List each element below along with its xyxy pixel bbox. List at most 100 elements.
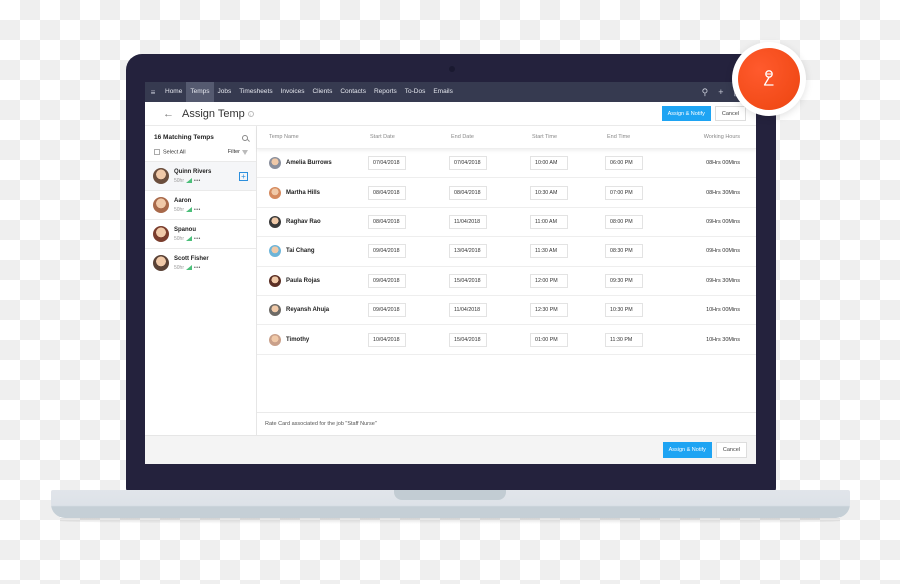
avatar	[153, 255, 169, 272]
start-time-field[interactable]: 10:00 AM	[530, 156, 568, 171]
avatar	[269, 245, 281, 258]
footer-assign-notify-button[interactable]: Assign & Notify	[662, 442, 712, 458]
end-time-field[interactable]: 11:30 PM	[605, 332, 643, 347]
nav-temps[interactable]: Temps	[186, 82, 214, 102]
end-time-field[interactable]: 10:30 PM	[605, 303, 643, 318]
working-hours: 09Hrs 00Mins	[706, 218, 740, 225]
cancel-button[interactable]: Cancel	[714, 106, 746, 121]
temp-name: Raghav Rao	[286, 218, 321, 225]
signal-icon	[186, 207, 193, 213]
nav-timesheets[interactable]: Timesheets	[235, 82, 276, 102]
temp-rate: 50hr	[174, 235, 185, 242]
header-start-date: Start Date	[370, 134, 395, 140]
footer-cancel-button[interactable]: Cancel	[715, 442, 747, 458]
start-time-field[interactable]: 12:30 PM	[530, 303, 568, 318]
assign-notify-button[interactable]: Assign & Notify	[661, 106, 711, 121]
end-time-field[interactable]: 09:30 PM	[605, 273, 643, 288]
signal-icon	[186, 178, 193, 184]
start-time-field[interactable]: 12:00 PM	[530, 273, 568, 288]
end-date-field[interactable]: 15/04/2018	[449, 332, 487, 347]
nav-reports[interactable]: Reports	[370, 82, 401, 102]
end-date-field[interactable]: 11/04/2018	[449, 303, 487, 318]
start-date-field[interactable]: 09/04/2018	[368, 273, 406, 288]
add-temp-button[interactable]: +	[239, 171, 248, 181]
temp-name: Tai Chang	[286, 248, 315, 255]
temp-name: Amelia Burrows	[286, 160, 332, 167]
more-options-icon[interactable]: •••	[194, 236, 201, 242]
start-time-field[interactable]: 01:00 PM	[530, 332, 568, 347]
start-date-field[interactable]: 09/04/2018	[368, 244, 406, 259]
end-time-field[interactable]: 08:30 PM	[605, 244, 643, 259]
laptop-shadow	[60, 518, 840, 524]
start-date-field[interactable]: 07/04/2018	[368, 156, 406, 171]
rate-card-note: Rate Card associated for the job "Staff …	[257, 412, 756, 435]
temp-name: Quinn Rivers	[174, 168, 212, 175]
temp-list-item[interactable]: Spanou 50hr •••	[145, 219, 256, 248]
header-working-hours: Working Hours	[703, 134, 740, 140]
start-date-field[interactable]: 08/04/2018	[368, 185, 406, 200]
start-date-field[interactable]: 08/04/2018	[368, 214, 406, 229]
avatar	[269, 215, 281, 228]
end-time-field[interactable]: 07:00 PM	[605, 185, 643, 200]
hourglass-person-icon	[763, 70, 774, 86]
temps-sidebar: 16 Matching Temps Select All Filter Quin…	[145, 126, 257, 435]
end-time-field[interactable]: 06:00 PM	[605, 156, 643, 171]
working-hours: 08Hrs 00Mins	[706, 160, 740, 167]
end-date-field[interactable]: 07/04/2018	[449, 156, 487, 171]
nav-home[interactable]: Home	[161, 82, 186, 102]
end-date-field[interactable]: 11/04/2018	[449, 214, 487, 229]
info-icon[interactable]: i	[247, 110, 254, 117]
table-row: Reyansh Ahuja 09/04/2018 11/04/2018 12:30 P…	[257, 296, 756, 326]
temp-name: Paula Rojas	[286, 277, 321, 284]
start-time-field[interactable]: 10:30 AM	[530, 185, 568, 200]
nav-jobs[interactable]: Jobs	[214, 82, 236, 102]
table-row: Raghav Rao 08/04/2018 11/04/2018 11:00 AM 08…	[257, 208, 756, 238]
hamburger-menu-icon[interactable]: ≡	[145, 88, 161, 97]
laptop-notch	[394, 490, 506, 500]
nav-contacts[interactable]: Contacts	[336, 82, 370, 102]
start-date-field[interactable]: 10/04/2018	[368, 332, 406, 347]
working-hours: 10Hrs 00Mins	[706, 307, 740, 314]
signal-icon	[186, 236, 193, 242]
nav-emails[interactable]: Emails	[429, 82, 457, 102]
table-header: Temp Name Start Date End Date Start Time…	[257, 126, 756, 149]
header-start-time: Start Time	[532, 134, 558, 140]
start-time-field[interactable]: 11:30 AM	[530, 244, 568, 259]
avatar	[269, 333, 281, 346]
timer-badge	[732, 42, 806, 116]
matching-temps-title: 16 Matching Temps	[154, 134, 214, 141]
working-hours: 08Hrs 30Mins	[706, 189, 740, 196]
temp-list-item[interactable]: Scott Fisher 50hr •••	[145, 248, 256, 277]
start-date-field[interactable]: 09/04/2018	[368, 303, 406, 318]
more-options-icon[interactable]: •••	[194, 207, 201, 213]
temp-name: Timothy	[286, 336, 310, 343]
back-arrow-icon[interactable]: ←	[163, 108, 174, 120]
temp-list-item[interactable]: Quinn Rivers 50hr ••• +	[145, 161, 256, 191]
temp-list: Quinn Rivers 50hr ••• + Aaron 50hr ••• Spanou 50…	[145, 161, 256, 277]
end-date-field[interactable]: 15/04/2018	[449, 273, 487, 288]
search-icon[interactable]	[242, 134, 248, 141]
more-options-icon[interactable]: •••	[194, 178, 201, 184]
nav-invoices[interactable]: Invoices	[277, 82, 309, 102]
plus-icon[interactable]: +	[718, 87, 723, 98]
end-time-field[interactable]: 08:00 PM	[605, 214, 643, 229]
nav-clients[interactable]: Clients	[308, 82, 336, 102]
filter-button[interactable]: Filter	[228, 149, 248, 155]
more-options-icon[interactable]: •••	[194, 265, 201, 271]
working-hours: 09Hrs 00Mins	[706, 248, 740, 255]
table-row: Timothy 10/04/2018 15/04/2018 01:00 PM 11:30…	[257, 325, 756, 355]
temp-name: Scott Fisher	[174, 255, 209, 262]
signal-icon	[186, 265, 193, 271]
timer-badge-inner	[738, 48, 800, 110]
temp-meta: 50hr •••	[174, 178, 211, 184]
end-date-field[interactable]: 13/04/2018	[449, 244, 487, 259]
nav-todos[interactable]: To-Dos	[401, 82, 430, 102]
search-icon[interactable]: ⚲	[702, 87, 709, 98]
start-time-field[interactable]: 11:00 AM	[530, 214, 568, 229]
end-date-field[interactable]: 08/04/2018	[449, 185, 487, 200]
temp-list-item[interactable]: Aaron 50hr •••	[145, 190, 256, 219]
checkbox-icon[interactable]	[154, 149, 160, 155]
select-all-checkbox[interactable]: Select All	[154, 149, 186, 155]
working-hours: 10Hrs 30Mins	[706, 336, 740, 343]
temp-meta: 50hr •••	[174, 207, 201, 213]
